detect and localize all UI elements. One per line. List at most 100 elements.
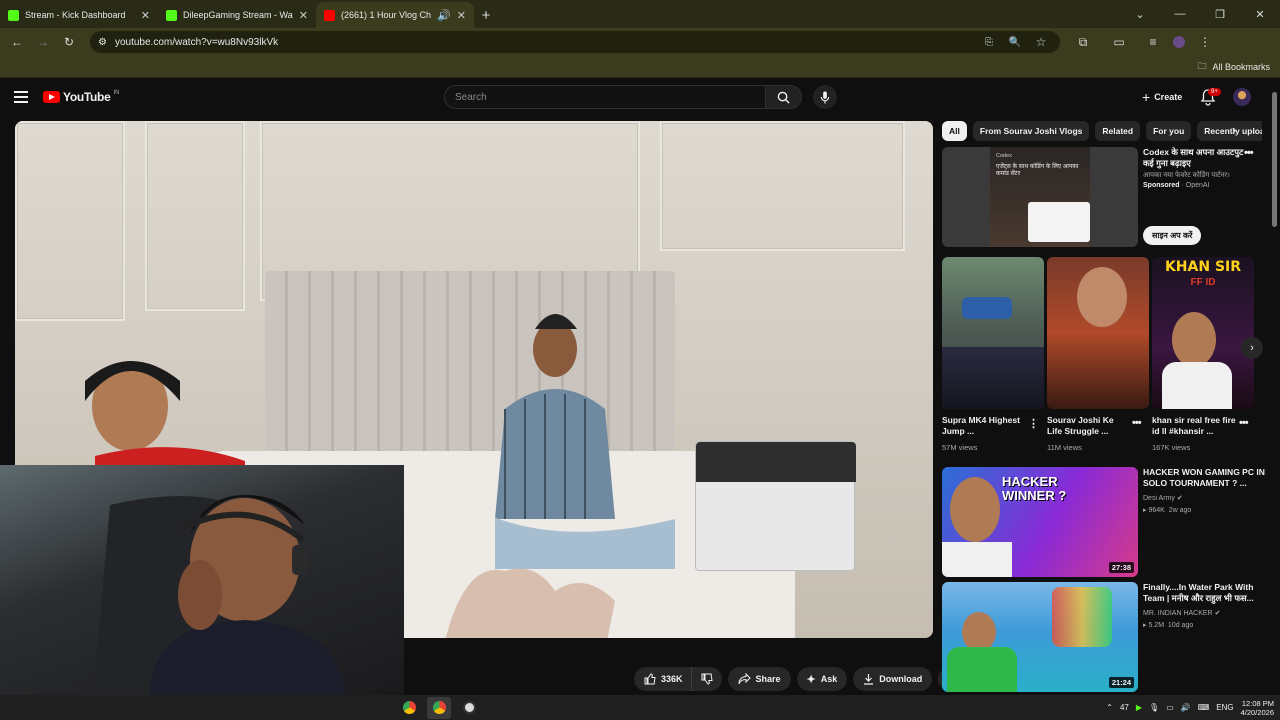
address-bar[interactable]: ⚙ youtube.com/watch?v=wu8Nv93lkVk ⎘ 🔍 ☆ [90, 31, 1060, 53]
ad-thumbnail[interactable]: Codex एजेंट्स के साथ कोडिंग के लिए आपका … [942, 147, 1138, 247]
forward-icon[interactable]: → [32, 31, 54, 53]
sponsored-ad[interactable]: Codex एजेंट्स के साथ कोडिंग के लिए आपका … [942, 147, 1272, 247]
thumbs-up-icon [644, 673, 656, 685]
network-icon[interactable]: ▭ [1166, 703, 1174, 712]
short-thumbnail[interactable] [1047, 257, 1149, 409]
show-hidden-icons[interactable]: ⌃ [1106, 703, 1113, 712]
microphone-tray-icon[interactable]: 🎙 [1149, 703, 1159, 712]
bookmark-star-icon[interactable]: ☆ [1030, 31, 1052, 53]
restore-icon[interactable]: ❐ [1200, 8, 1240, 21]
close-window-icon[interactable]: ✕ [1240, 8, 1280, 21]
search-input[interactable]: Search [444, 85, 766, 109]
recommended-video[interactable]: 21:24 Finally....In Water Park With Team… [942, 582, 1272, 692]
browser-tab[interactable]: DileepGaming Stream - Watch Live ✕ [158, 2, 316, 28]
chip-recently-uploaded[interactable]: Recently uploaded [1197, 121, 1262, 141]
chip-all[interactable]: All [942, 121, 967, 141]
chip-from-channel[interactable]: From Sourav Joshi Vlogs [972, 121, 1090, 141]
chevron-right-icon[interactable]: › [1232, 123, 1236, 137]
short-thumbnail[interactable] [942, 257, 1044, 409]
voice-search-button[interactable] [813, 85, 837, 109]
like-button[interactable]: 336K [634, 667, 691, 691]
channel-name[interactable]: Desi Army ✔ [1143, 494, 1183, 502]
sponsored-label: Sponsored [1143, 182, 1180, 189]
youtube-logo[interactable]: YouTube IN [43, 90, 119, 104]
ad-more-icon[interactable]: ••• [1244, 147, 1254, 159]
ad-description: आपका नया फेवरेट कोडिंग पार्टनर। [1143, 172, 1230, 179]
short-more-icon[interactable]: ••• [1132, 417, 1142, 429]
minimize-icon[interactable]: — [1160, 8, 1200, 20]
shorts-next-button[interactable]: › [1241, 337, 1263, 359]
short-views: 57M views [942, 443, 978, 452]
menu-hamburger-icon[interactable] [14, 91, 28, 103]
back-icon[interactable]: ← [6, 31, 28, 53]
site-info-icon[interactable]: ⚙ [98, 37, 107, 48]
short-more-icon[interactable]: ••• [1239, 417, 1249, 429]
short-views: 167K views [1152, 443, 1191, 452]
ask-label: Ask [820, 674, 838, 684]
avatar[interactable] [1233, 88, 1251, 106]
page-scrollbar[interactable] [1272, 92, 1277, 227]
close-tab-icon[interactable]: ✕ [141, 9, 150, 22]
printer [695, 441, 856, 571]
profile-icon[interactable] [1168, 31, 1190, 53]
channel-name[interactable]: MR. INDIAN HACKER ✔ [1143, 609, 1220, 617]
create-button[interactable]: + Create [1134, 86, 1190, 108]
video-title[interactable]: Finally....In Water Park With Team | मनी… [1143, 582, 1268, 606]
man-figure [495, 314, 675, 569]
taskbar-apps [397, 695, 481, 720]
reading-list-icon[interactable]: ≡ [1142, 31, 1164, 53]
clock-time: 12:08 PM [1241, 698, 1274, 708]
ad-signup-button[interactable]: साइन अप करें [1143, 226, 1202, 245]
browser-tab[interactable]: Stream - Kick Dashboard ✕ [0, 2, 158, 28]
short-more-icon[interactable]: ⋮ [1028, 417, 1039, 430]
video-thumbnail[interactable]: HACKER WINNER ? 27:38 [942, 467, 1138, 577]
woman-figure [85, 361, 245, 471]
new-tab-button[interactable]: + [474, 2, 498, 28]
obs-app-icon[interactable] [457, 697, 481, 719]
menu-kebab-icon[interactable]: ⋮ [1194, 31, 1216, 53]
tab-search-icon[interactable]: ⌄ [1120, 8, 1160, 21]
close-tab-icon[interactable]: ✕ [299, 9, 308, 22]
video-actions: 336K Share ✦ Ask Download ••• [634, 667, 963, 691]
volume-icon[interactable]: 🔊 [1181, 703, 1191, 712]
ask-button[interactable]: ✦ Ask [796, 667, 848, 691]
share-icon [738, 673, 751, 685]
video-title[interactable]: HACKER WON GAMING PC IN SOLO TOURNAMENT … [1143, 467, 1268, 491]
play-icon[interactable]: ▶ [1136, 703, 1142, 712]
notification-badge: 9+ [1208, 88, 1221, 96]
folder-icon: 🗀 [1197, 60, 1207, 71]
video-duration: 21:24 [1108, 677, 1134, 688]
close-tab-icon[interactable]: ✕ [457, 9, 466, 22]
chip-for-you[interactable]: For you [1146, 121, 1192, 141]
short-thumbnail[interactable]: KHAN SIR FF ID [1152, 257, 1254, 409]
download-button[interactable]: Download [853, 667, 933, 691]
video-thumbnail[interactable]: 21:24 [942, 582, 1138, 692]
download-label: Download [879, 674, 923, 684]
chrome-app-icon[interactable] [397, 697, 421, 719]
channel-label: MR. INDIAN HACKER [1143, 610, 1213, 617]
keyboard-icon[interactable]: ⌨ [1198, 703, 1210, 712]
recommended-video[interactable]: HACKER WINNER ? 27:38 HACKER WON GAMING … [942, 467, 1272, 577]
extensions-icon[interactable]: ⧉ [1072, 31, 1094, 53]
chrome-app-active-icon[interactable] [427, 696, 451, 719]
chip-related[interactable]: Related [1095, 121, 1141, 141]
system-clock[interactable]: 12:08 PM 4/20/2026 [1241, 699, 1274, 717]
reload-icon[interactable]: ↻ [58, 31, 80, 53]
all-bookmarks-link[interactable]: All Bookmarks [1212, 62, 1270, 72]
hand-figure [445, 568, 615, 638]
cast-icon[interactable]: ▭ [1108, 31, 1130, 53]
dislike-button[interactable] [690, 667, 722, 691]
short-views: 11M views [1047, 443, 1082, 452]
zoom-icon[interactable]: 🔍 [1004, 31, 1026, 53]
browser-tab-active[interactable]: (2661) 1 Hour Vlog Challenge 🔊 ✕ [316, 2, 474, 28]
speaker-icon[interactable]: 🔊 [437, 9, 451, 22]
search-button[interactable] [766, 85, 802, 109]
language-label[interactable]: ENG [1216, 703, 1233, 712]
youtube-play-icon [43, 91, 60, 103]
youtube-header: YouTube IN Search + Create 9+ [0, 78, 1280, 116]
short-thumb-sub: FF ID [1190, 277, 1216, 288]
ad-creative: Codex एजेंट्स के साथ कोडिंग के लिए आपका … [990, 147, 1090, 247]
install-app-icon[interactable]: ⎘ [978, 31, 1000, 53]
ad-title[interactable]: Codex के साथ अपना आउटपुट कई गुना बढ़ाइए [1143, 147, 1253, 168]
share-button[interactable]: Share [727, 667, 791, 691]
